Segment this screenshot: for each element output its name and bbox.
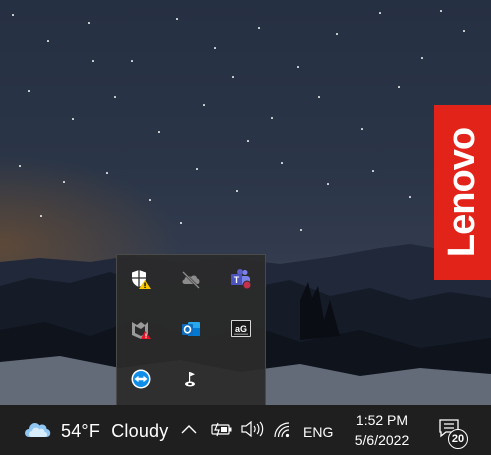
outlook-icon[interactable] (180, 318, 202, 340)
svg-text:aG: aG (235, 324, 247, 334)
input-language-indicator[interactable]: ENG (303, 424, 333, 440)
weather-condition: Cloudy (111, 421, 169, 441)
weather-widget[interactable]: 54°F Cloudy (61, 421, 168, 442)
volume-speaker-icon[interactable] (240, 420, 264, 443)
action-center-button[interactable]: 20 (436, 415, 472, 451)
taskbar: 54°F Cloudy ENG 1:52 PM 5/6/2022 20 (0, 405, 491, 455)
mcafee-alert-icon[interactable] (130, 318, 152, 340)
battery-charging-icon[interactable] (210, 421, 234, 442)
lenovo-logo: Lenovo (434, 105, 491, 280)
onedrive-offline-icon[interactable] (180, 268, 202, 290)
ag-app-icon[interactable]: aG (230, 318, 252, 340)
microsoft-teams-icon[interactable]: T (230, 268, 252, 290)
svg-text:T: T (234, 275, 240, 285)
tray-overflow-popup: T aG (116, 254, 266, 406)
weather-temperature: 54°F (61, 421, 101, 441)
teamviewer-icon[interactable] (130, 368, 152, 390)
clock[interactable]: 1:52 PM 5/6/2022 (340, 410, 424, 450)
windows-security-warning-icon[interactable] (130, 268, 152, 290)
notification-count-badge: 20 (448, 429, 468, 449)
lenovo-logo-text: Lenovo (441, 127, 483, 258)
cloudy-weather-icon[interactable] (22, 417, 52, 446)
clock-time: 1:52 PM (355, 412, 409, 428)
clock-date: 5/6/2022 (354, 432, 410, 448)
show-hidden-icons-chevron-up-icon[interactable] (180, 422, 198, 441)
pointer-flag-icon[interactable] (180, 368, 202, 390)
wifi-network-icon[interactable] (272, 420, 292, 445)
